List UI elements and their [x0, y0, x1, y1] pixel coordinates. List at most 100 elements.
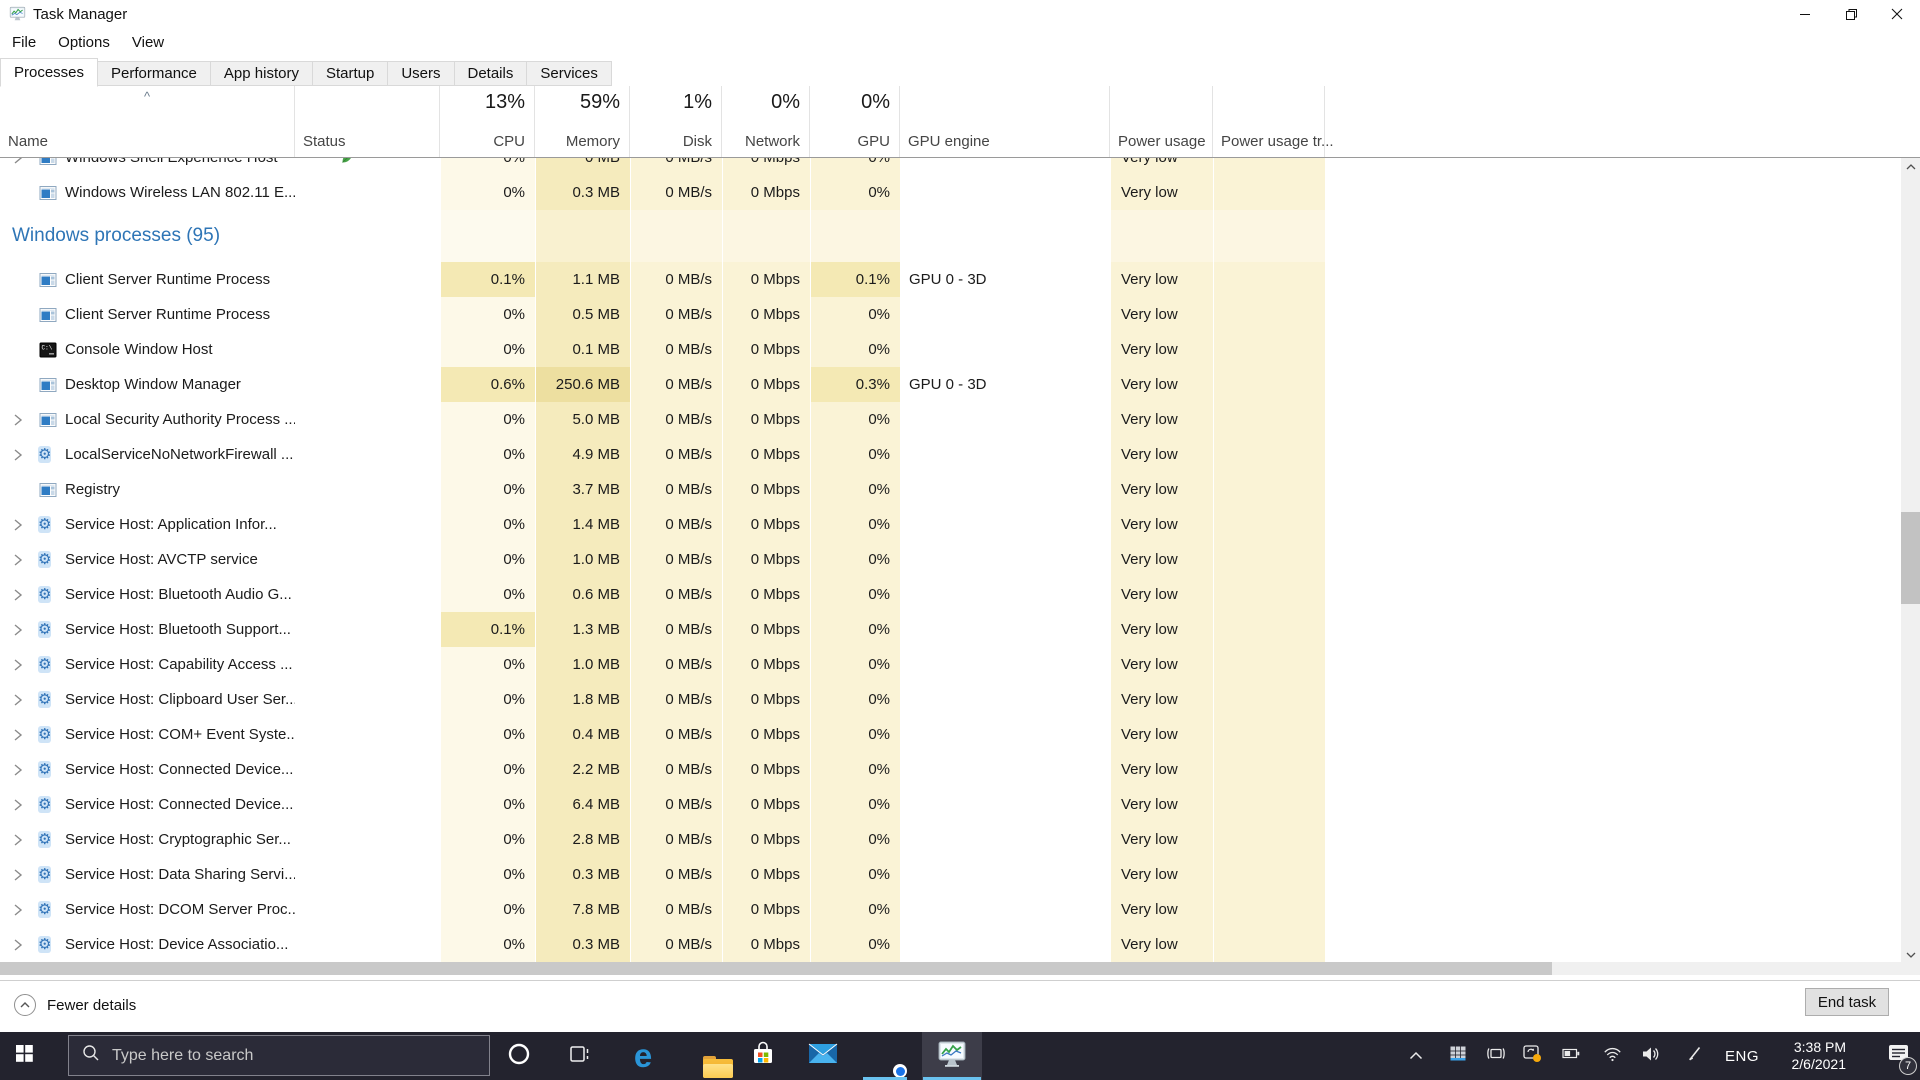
tab-app-history[interactable]: App history — [211, 61, 313, 86]
cpu-cell[interactable]: 0.1% — [440, 262, 535, 297]
gpu-cell[interactable]: 0% — [810, 158, 900, 175]
network-cell[interactable]: 0 Mbps — [722, 647, 810, 682]
gpu-cell[interactable]: 0% — [810, 175, 900, 210]
tray-app-grid[interactable] — [1440, 1032, 1476, 1080]
memory-cell[interactable]: 1.3 MB — [535, 612, 630, 647]
expand-chevron-icon[interactable] — [12, 728, 24, 742]
network-cell[interactable]: 0 Mbps — [722, 297, 810, 332]
column-header-cpu[interactable]: 13%CPU — [440, 86, 535, 157]
taskbar-clock[interactable]: 3:38 PM 2/6/2021 — [1762, 1032, 1846, 1080]
gpu-cell[interactable]: 0% — [810, 507, 900, 542]
power-usage-cell[interactable]: Very low — [1110, 577, 1213, 612]
memory-cell[interactable]: 0.1 MB — [535, 332, 630, 367]
gpu-engine-cell[interactable] — [900, 210, 1110, 262]
gpu-cell[interactable]: 0% — [810, 647, 900, 682]
taskbar-app-cortana[interactable] — [489, 1032, 549, 1080]
memory-cell[interactable]: 0.6 MB — [535, 577, 630, 612]
gpu-cell[interactable]: 0% — [810, 472, 900, 507]
memory-cell[interactable] — [535, 210, 630, 262]
network-cell[interactable]: 0 Mbps — [722, 175, 810, 210]
power-usage-trend-cell[interactable] — [1213, 647, 1325, 682]
process-name-cell[interactable]: ⚙Service Host: DCOM Server Proc... — [0, 892, 295, 927]
memory-cell[interactable]: 3.7 MB — [535, 472, 630, 507]
power-usage-cell[interactable]: Very low — [1110, 472, 1213, 507]
process-row[interactable]: Windows Wireless LAN 802.11 E...0%0.3 MB… — [0, 175, 1920, 210]
power-usage-trend-cell[interactable] — [1213, 402, 1325, 437]
network-cell[interactable]: 0 Mbps — [722, 507, 810, 542]
power-usage-cell[interactable]: Very low — [1110, 857, 1213, 892]
gpu-cell[interactable]: 0% — [810, 542, 900, 577]
process-name-cell[interactable]: Client Server Runtime Process — [0, 297, 295, 332]
status-cell[interactable] — [295, 857, 440, 892]
network-cell[interactable]: 0 Mbps — [722, 927, 810, 962]
column-header-name[interactable]: ^Name — [0, 86, 295, 157]
process-name-cell[interactable]: ⚙Service Host: Connected Device... — [0, 752, 295, 787]
fewer-details-toggle[interactable]: Fewer details — [14, 994, 136, 1016]
process-name-cell[interactable]: ⚙Service Host: AVCTP service — [0, 542, 295, 577]
status-cell[interactable] — [295, 787, 440, 822]
action-center-button[interactable]: 7 — [1876, 1032, 1920, 1080]
expand-chevron-icon[interactable] — [12, 938, 24, 952]
process-name-cell[interactable]: Registry — [0, 472, 295, 507]
process-name-cell[interactable]: ⚙Service Host: Application Infor... — [0, 507, 295, 542]
expand-chevron-icon[interactable] — [12, 413, 24, 427]
process-row[interactable]: ⚙Service Host: Data Sharing Servi...0%0.… — [0, 857, 1920, 892]
cpu-cell[interactable]: 0% — [440, 682, 535, 717]
memory-cell[interactable]: 7.8 MB — [535, 892, 630, 927]
network-cell[interactable]: 0 Mbps — [722, 857, 810, 892]
disk-cell[interactable]: 0 MB/s — [630, 682, 722, 717]
power-usage-cell[interactable]: Very low — [1110, 682, 1213, 717]
status-cell[interactable] — [295, 262, 440, 297]
power-usage-trend-cell[interactable] — [1213, 927, 1325, 962]
gpu-engine-cell[interactable] — [900, 752, 1110, 787]
taskbar-app-chrome[interactable] — [855, 1032, 915, 1080]
process-name-cell[interactable]: ⚙Service Host: Data Sharing Servi... — [0, 857, 295, 892]
process-row[interactable]: C:\Console Window Host0%0.1 MB0 MB/s0 Mb… — [0, 332, 1920, 367]
status-cell[interactable] — [295, 752, 440, 787]
power-usage-trend-cell[interactable] — [1213, 752, 1325, 787]
gpu-engine-cell[interactable] — [900, 332, 1110, 367]
power-usage-cell[interactable]: Very low — [1110, 297, 1213, 332]
network-cell[interactable]: 0 Mbps — [722, 472, 810, 507]
gpu-cell[interactable]: 0% — [810, 577, 900, 612]
expand-chevron-icon[interactable] — [12, 658, 24, 672]
cpu-cell[interactable] — [440, 210, 535, 262]
column-header-gpu[interactable]: 0%GPU — [810, 86, 900, 157]
memory-cell[interactable]: 0.3 MB — [535, 857, 630, 892]
taskbar-app-store[interactable] — [733, 1032, 793, 1080]
power-usage-cell[interactable]: Very low — [1110, 892, 1213, 927]
status-cell[interactable] — [295, 612, 440, 647]
network-cell[interactable]: 0 Mbps — [722, 542, 810, 577]
status-cell[interactable] — [295, 437, 440, 472]
power-usage-cell[interactable]: Very low — [1110, 507, 1213, 542]
memory-cell[interactable]: 0.5 MB — [535, 297, 630, 332]
status-cell[interactable] — [295, 892, 440, 927]
vertical-scrollbar[interactable] — [1901, 158, 1920, 975]
network-cell[interactable] — [722, 210, 810, 262]
status-cell[interactable] — [295, 332, 440, 367]
power-usage-cell[interactable] — [1110, 210, 1213, 262]
process-row[interactable]: ⚙Service Host: Connected Device...0%6.4 … — [0, 787, 1920, 822]
disk-cell[interactable]: 0 MB/s — [630, 332, 722, 367]
network-cell[interactable]: 0 Mbps — [722, 612, 810, 647]
disk-cell[interactable]: 0 MB/s — [630, 822, 722, 857]
column-header-status[interactable]: Status — [295, 86, 440, 157]
process-row[interactable]: Desktop Window Manager0.6%250.6 MB0 MB/s… — [0, 367, 1920, 402]
gpu-engine-cell[interactable] — [900, 682, 1110, 717]
power-usage-trend-cell[interactable] — [1213, 175, 1325, 210]
expand-chevron-icon[interactable] — [12, 833, 24, 847]
memory-cell[interactable]: 4.9 MB — [535, 437, 630, 472]
network-cell[interactable]: 0 Mbps — [722, 402, 810, 437]
status-cell[interactable] — [295, 927, 440, 962]
restore-button[interactable] — [1828, 0, 1874, 28]
menu-file[interactable]: File — [0, 28, 47, 56]
process-row[interactable]: Client Server Runtime Process0%0.5 MB0 M… — [0, 297, 1920, 332]
process-name-cell[interactable]: Windows Shell Experience Host — [0, 158, 295, 175]
menu-options[interactable]: Options — [47, 28, 121, 56]
process-row[interactable]: ⚙LocalServiceNoNetworkFirewall ...0%4.9 … — [0, 437, 1920, 472]
gpu-engine-cell[interactable] — [900, 857, 1110, 892]
disk-cell[interactable]: 0 MB/s — [630, 437, 722, 472]
disk-cell[interactable]: 0 MB/s — [630, 717, 722, 752]
process-row[interactable]: Registry0%3.7 MB0 MB/s0 Mbps0%Very low — [0, 472, 1920, 507]
disk-cell[interactable]: 0 MB/s — [630, 175, 722, 210]
